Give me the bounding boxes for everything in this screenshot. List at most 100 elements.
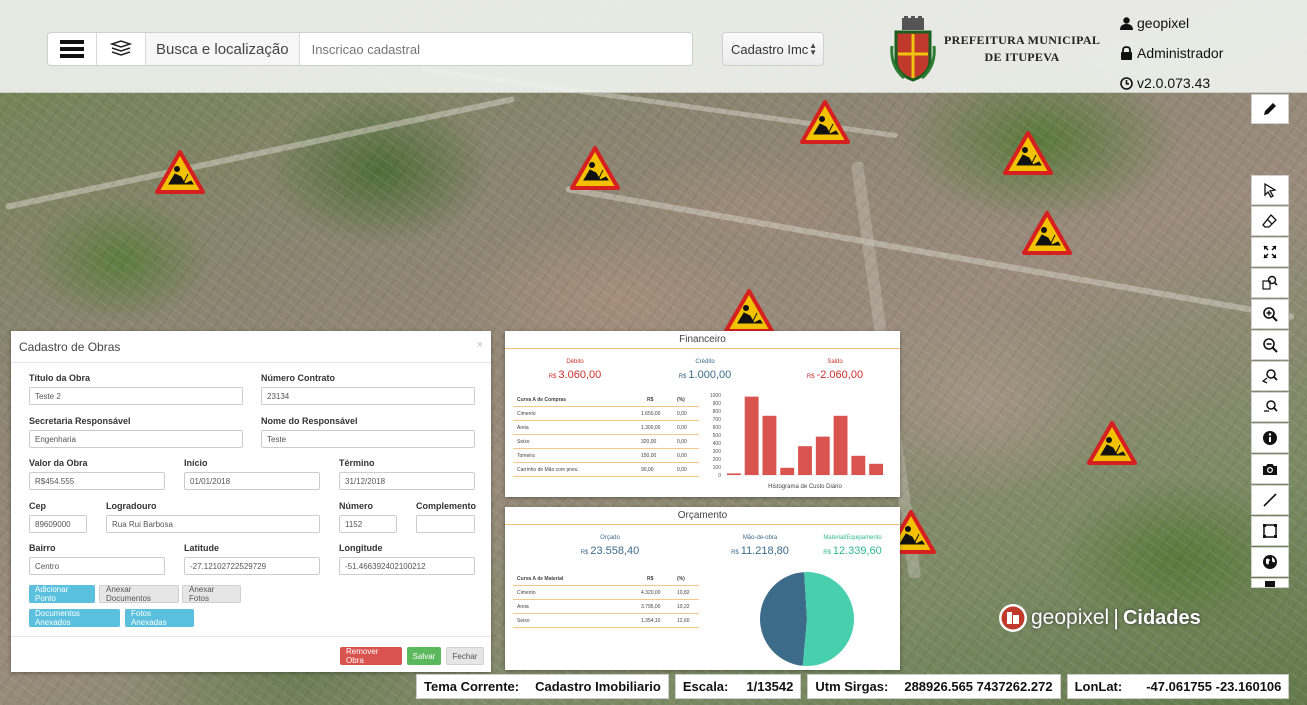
secretaria-label: Secretaria Responsável — [29, 416, 131, 426]
camera-icon — [1263, 464, 1277, 475]
construction-marker-icon[interactable] — [800, 100, 850, 144]
contrato-label: Número Contrato — [261, 373, 335, 383]
titulo-input[interactable]: Teste 2 — [29, 387, 243, 405]
dialog-title: Cadastro de Obras — [11, 331, 491, 363]
saldo-stat: Saldo R$ -2.060,00 — [790, 359, 880, 383]
table-cell: 1.300,00 — [641, 424, 661, 431]
custo-diario-chart: 0 100 200 300 400 500 600 700 800 900 1000 Histogra… — [710, 393, 885, 490]
debito-currency: R$ — [548, 374, 557, 380]
numero-input[interactable]: 1152 — [339, 515, 397, 533]
zoom-next-button[interactable] — [1251, 392, 1289, 422]
globe-icon — [1263, 555, 1277, 569]
geopixel-brand: geopixel | Cidades — [998, 603, 1201, 633]
expand-arrows-icon — [1263, 245, 1277, 259]
info-icon — [1263, 431, 1277, 445]
user-name: geopixel — [1137, 15, 1190, 31]
valor-input[interactable]: R$454.555 — [29, 472, 165, 490]
hamburger-icon — [60, 40, 84, 58]
info-tool-button[interactable] — [1251, 423, 1289, 453]
fechar-button[interactable]: Fechar — [446, 647, 484, 665]
user-role-row[interactable]: Administrador — [1120, 38, 1223, 68]
contrato-input[interactable]: 23134 — [261, 387, 475, 405]
table-cell: 320,00 — [641, 438, 657, 445]
escala-label: Escala: — [682, 679, 729, 694]
cep-input[interactable]: 89609000 — [29, 515, 87, 533]
table-cell: 10,82 — [677, 589, 690, 596]
table-cell: Seixo — [517, 438, 530, 445]
table-cell: 10,22 — [677, 603, 690, 610]
edit-tool-button[interactable] — [1251, 94, 1289, 124]
orcado-value: 23.558,40 — [590, 545, 640, 557]
table-cell: 3.795,00 — [641, 603, 661, 610]
print-tool-button[interactable] — [1251, 578, 1289, 588]
histogram-bar — [780, 467, 795, 475]
latitude-input[interactable]: -27.12102722529729 — [184, 557, 320, 575]
debito-stat: Débito R$ 3.060,00 — [530, 359, 620, 383]
remover-obra-button[interactable]: Remover Obra — [340, 647, 402, 665]
measure-line-button[interactable] — [1251, 485, 1289, 515]
termino-input[interactable]: 31/12/2018 — [339, 472, 475, 490]
lonlat-value: -47.061755 -23.160106 — [1146, 679, 1282, 694]
longitude-input[interactable]: -51.466392402100212 — [339, 557, 475, 575]
zoom-in-button[interactable] — [1251, 299, 1289, 329]
area-icon — [1263, 524, 1277, 538]
select-tool-button[interactable] — [1251, 175, 1289, 205]
documentos-anexados-button[interactable]: Documentos Anexados — [29, 609, 120, 627]
close-icon[interactable]: × — [477, 339, 483, 351]
y-tick-label: 500 — [713, 433, 722, 439]
construction-marker-icon[interactable] — [155, 150, 205, 194]
clock-icon — [1120, 76, 1134, 90]
cadastro-obras-dialog: Cadastro de Obras × Título da Obra Teste… — [11, 331, 491, 672]
zoom-previous-button[interactable] — [1251, 361, 1289, 391]
utm-value: 288926.565 7437262.272 — [904, 679, 1053, 694]
construction-marker-icon[interactable] — [724, 289, 774, 333]
histogram-bar — [869, 463, 884, 475]
full-extent-button[interactable] — [1251, 237, 1289, 267]
logradouro-input[interactable]: Rua Rui Barbosa — [106, 515, 320, 533]
select-arrows-icon: ▲ ▼ — [809, 41, 817, 57]
layers-button[interactable] — [97, 33, 146, 65]
anexar-documentos-button[interactable]: Anexar Documentos — [99, 585, 179, 603]
status-bar: Tema Corrente: Cadastro Imobiliario Esca… — [416, 674, 1290, 699]
escala-value: 1/13542 — [746, 679, 794, 694]
eraser-icon — [1262, 214, 1277, 228]
zoom-previous-icon — [1262, 369, 1278, 384]
y-tick-label: 100 — [713, 465, 722, 471]
globe-tool-button[interactable] — [1251, 547, 1289, 577]
zoom-out-button[interactable] — [1251, 330, 1289, 360]
adicionar-ponto-button[interactable]: Adicionar Ponto — [29, 585, 95, 603]
version-text: v2.0.073.43 — [1137, 75, 1211, 91]
construction-marker-icon[interactable] — [1003, 131, 1053, 175]
fotos-anexadas-button[interactable]: Fotos Anexadas — [125, 609, 194, 627]
layer-select[interactable]: Cadastro Imc ▲ ▼ — [722, 32, 824, 66]
numero-label: Número — [339, 501, 374, 511]
eraser-tool-button[interactable] — [1251, 206, 1289, 236]
construction-marker-icon[interactable] — [570, 146, 620, 190]
table-cell: 1.354,10 — [641, 617, 661, 624]
measure-area-button[interactable] — [1251, 516, 1289, 546]
table-row: Cimento 4.320,00 10,82 — [513, 586, 699, 600]
bairro-input[interactable]: Centro — [29, 557, 165, 575]
menu-button[interactable] — [48, 33, 97, 65]
secretaria-input[interactable]: Engenharia — [29, 430, 243, 448]
complemento-input[interactable] — [416, 515, 475, 533]
user-name-row[interactable]: geopixel — [1120, 8, 1223, 38]
responsavel-input[interactable]: Teste — [261, 430, 475, 448]
photo-tool-button[interactable] — [1251, 454, 1289, 484]
table-row: Areia 1.300,00 0,00 — [513, 421, 699, 435]
search-label: Busca e localização — [146, 33, 300, 65]
construction-marker-icon[interactable] — [1022, 211, 1072, 255]
y-tick-label: 0 — [718, 473, 721, 479]
titulo-label: Título da Obra — [29, 373, 91, 383]
anexar-fotos-button[interactable]: Anexar Fotos — [182, 585, 241, 603]
zoom-box-icon — [1262, 275, 1278, 290]
y-tick-label: 1000 — [710, 393, 721, 399]
zoom-box-button[interactable] — [1251, 268, 1289, 298]
inicio-input[interactable]: 01/01/2018 — [184, 472, 320, 490]
layer-select-value: Cadastro Imc — [731, 41, 809, 57]
printer-icon — [1265, 581, 1275, 587]
salvar-button[interactable]: Salvar — [407, 647, 441, 665]
search-input[interactable] — [299, 33, 692, 65]
construction-marker-icon[interactable] — [1087, 421, 1137, 465]
financeiro-title: Financeiro — [505, 331, 900, 349]
